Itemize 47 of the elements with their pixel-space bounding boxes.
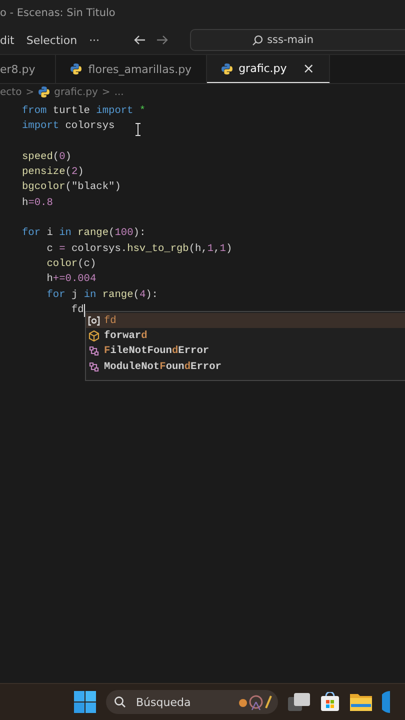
- task-view-icon[interactable]: [288, 693, 310, 711]
- code-line: for j in range(4):: [46, 288, 158, 303]
- window-title: o - Escenas: Sin Titulo: [0, 7, 116, 19]
- code-line: h+=0.004: [46, 272, 96, 288]
- code-line: c = colorsys.hsv_to_rgb(h,1,1): [46, 242, 232, 257]
- search-icon: [114, 696, 126, 708]
- menu-item[interactable]: dit: [0, 34, 14, 46]
- breadcrumb-item[interactable]: ...: [114, 86, 124, 98]
- code-line: fd: [70, 302, 84, 318]
- mouse-cursor-icon: [134, 123, 141, 136]
- more-menu[interactable]: ···: [89, 34, 100, 46]
- code-line: color(c): [46, 256, 96, 272]
- search-icon: [252, 34, 264, 46]
- variable-icon: [88, 316, 100, 326]
- forward-arrow-icon[interactable]: [156, 35, 168, 45]
- class-icon: [88, 360, 100, 373]
- breadcrumb-separator: >: [26, 86, 34, 98]
- taskbar-search-box[interactable]: Búsqueda: [106, 690, 278, 714]
- code-line: from turtle import *: [22, 104, 146, 119]
- class-icon: [88, 345, 100, 358]
- back-arrow-icon[interactable]: [134, 35, 146, 45]
- cube-icon: [88, 330, 100, 342]
- text-cursor: [84, 304, 85, 317]
- breadcrumb-item[interactable]: grafic.py: [54, 86, 98, 98]
- browser-icon[interactable]: [382, 691, 390, 713]
- windows-logo-icon[interactable]: [74, 691, 96, 713]
- python-icon: [38, 86, 50, 98]
- search-field[interactable]: Búsqueda: [134, 694, 230, 710]
- editor-tab[interactable]: er8.py: [0, 55, 56, 83]
- command-center-field[interactable]: sss-main: [190, 29, 405, 51]
- store-icon[interactable]: [320, 692, 340, 712]
- code-line: import colorsys: [22, 119, 115, 134]
- suggestion-item[interactable]: FileNotFoundError: [86, 344, 405, 359]
- suggestion-item[interactable]: fd: [86, 313, 405, 328]
- folder-icon[interactable]: [350, 692, 372, 712]
- breadcrumb-separator: >: [102, 86, 110, 98]
- editor-tab[interactable]: grafic.py ×: [206, 55, 330, 83]
- suggestion-item[interactable]: forward: [86, 328, 405, 344]
- breadcrumb-item[interactable]: ecto: [0, 86, 22, 98]
- code-line: speed(0): [22, 150, 72, 165]
- code-line: bgcolor("black"): [22, 180, 121, 196]
- code-line: pensize(2): [22, 165, 84, 180]
- close-icon[interactable]: ×: [302, 60, 315, 76]
- code-line: h=0.8: [22, 196, 53, 211]
- suggestion-item[interactable]: ModuleNotFoundError: [86, 358, 405, 374]
- menu-item[interactable]: Selection: [26, 34, 78, 46]
- code-line: for i in range(100):: [22, 226, 146, 242]
